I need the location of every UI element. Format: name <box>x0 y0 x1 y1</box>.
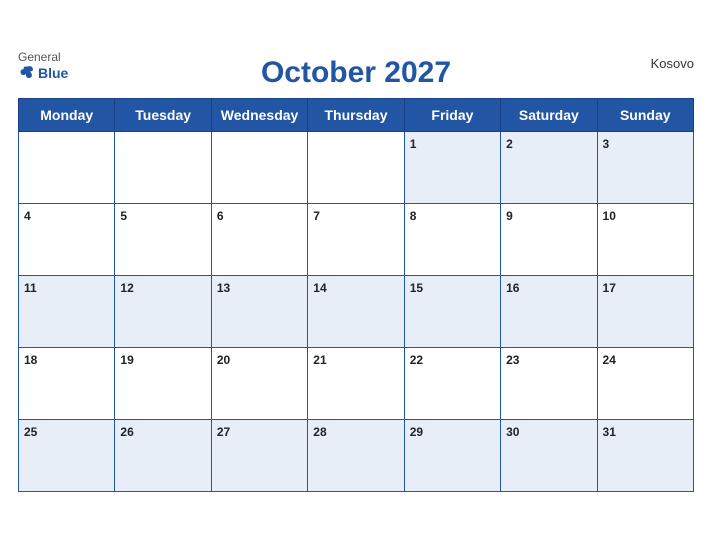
day-number-23: 23 <box>506 353 519 367</box>
day-number-4: 4 <box>24 209 31 223</box>
calendar-cell: 26 <box>115 420 211 492</box>
day-number-13: 13 <box>217 281 230 295</box>
calendar-cell: 24 <box>597 348 693 420</box>
weekday-saturday: Saturday <box>501 99 597 132</box>
day-number-15: 15 <box>410 281 423 295</box>
calendar-thead: Monday Tuesday Wednesday Thursday Friday… <box>19 99 694 132</box>
day-number-28: 28 <box>313 425 326 439</box>
calendar-cell: 5 <box>115 204 211 276</box>
day-number-25: 25 <box>24 425 37 439</box>
calendar-cell: 31 <box>597 420 693 492</box>
weekday-sunday: Sunday <box>597 99 693 132</box>
calendar-cell <box>211 132 307 204</box>
day-number-18: 18 <box>24 353 37 367</box>
calendar-cell: 21 <box>308 348 404 420</box>
week-row-5: 25 26 27 28 29 30 31 <box>19 420 694 492</box>
day-number-14: 14 <box>313 281 326 295</box>
calendar-cell <box>115 132 211 204</box>
calendar-cell: 16 <box>501 276 597 348</box>
calendar-cell: 9 <box>501 204 597 276</box>
logo-bird-icon <box>18 64 36 82</box>
day-number-3: 3 <box>603 137 610 151</box>
weekday-thursday: Thursday <box>308 99 404 132</box>
calendar-cell: 22 <box>404 348 500 420</box>
calendar-cell: 18 <box>19 348 115 420</box>
logo-general-text: General <box>18 50 61 64</box>
day-number-6: 6 <box>217 209 224 223</box>
day-number-24: 24 <box>603 353 616 367</box>
calendar-cell: 23 <box>501 348 597 420</box>
day-number-11: 11 <box>24 281 37 295</box>
calendar-body: 1234567891011121314151617181920212223242… <box>19 132 694 492</box>
day-number-22: 22 <box>410 353 423 367</box>
country-label: Kosovo <box>651 56 694 71</box>
calendar-cell: 6 <box>211 204 307 276</box>
calendar-cell: 11 <box>19 276 115 348</box>
day-number-9: 9 <box>506 209 513 223</box>
day-number-31: 31 <box>603 425 616 439</box>
calendar-cell: 2 <box>501 132 597 204</box>
week-row-1: 1 2 3 <box>19 132 694 204</box>
day-number-10: 10 <box>603 209 616 223</box>
day-number-8: 8 <box>410 209 417 223</box>
day-number-16: 16 <box>506 281 519 295</box>
logo-blue-text: Blue <box>18 64 68 82</box>
weekday-tuesday: Tuesday <box>115 99 211 132</box>
calendar-cell: 1 <box>404 132 500 204</box>
day-number-21: 21 <box>313 353 326 367</box>
calendar-cell: 28 <box>308 420 404 492</box>
calendar-cell: 4 <box>19 204 115 276</box>
calendar-title: October 2027 <box>261 56 451 90</box>
calendar-cell <box>19 132 115 204</box>
calendar-cell: 19 <box>115 348 211 420</box>
weekday-wednesday: Wednesday <box>211 99 307 132</box>
day-number-19: 19 <box>120 353 133 367</box>
calendar-cell: 3 <box>597 132 693 204</box>
calendar-cell: 30 <box>501 420 597 492</box>
calendar-cell: 12 <box>115 276 211 348</box>
weekday-monday: Monday <box>19 99 115 132</box>
day-number-30: 30 <box>506 425 519 439</box>
day-number-20: 20 <box>217 353 230 367</box>
calendar-cell: 29 <box>404 420 500 492</box>
calendar-cell <box>308 132 404 204</box>
week-row-4: 18 19 20 21 22 23 24 <box>19 348 694 420</box>
day-number-17: 17 <box>603 281 616 295</box>
day-number-1: 1 <box>410 137 417 151</box>
day-number-2: 2 <box>506 137 513 151</box>
calendar-cell: 14 <box>308 276 404 348</box>
weekday-header-row: Monday Tuesday Wednesday Thursday Friday… <box>19 99 694 132</box>
day-number-26: 26 <box>120 425 133 439</box>
calendar-cell: 8 <box>404 204 500 276</box>
day-number-5: 5 <box>120 209 127 223</box>
calendar-cell: 15 <box>404 276 500 348</box>
week-row-3: 11 12 13 14 15 16 17 <box>19 276 694 348</box>
calendar-cell: 20 <box>211 348 307 420</box>
calendar-cell: 17 <box>597 276 693 348</box>
calendar-header: General Blue October 2027 Kosovo <box>18 50 694 92</box>
day-number-12: 12 <box>120 281 133 295</box>
calendar-cell: 27 <box>211 420 307 492</box>
day-number-7: 7 <box>313 209 320 223</box>
calendar-cell: 13 <box>211 276 307 348</box>
calendar-table: Monday Tuesday Wednesday Thursday Friday… <box>18 98 694 492</box>
day-number-29: 29 <box>410 425 423 439</box>
weekday-friday: Friday <box>404 99 500 132</box>
day-number-27: 27 <box>217 425 230 439</box>
logo-area: General Blue <box>18 50 68 82</box>
week-row-2: 4 5 6 7 8 9 10 <box>19 204 694 276</box>
calendar-cell: 10 <box>597 204 693 276</box>
calendar-cell: 7 <box>308 204 404 276</box>
calendar-wrapper: General Blue October 2027 Kosovo Monday … <box>0 40 712 510</box>
calendar-cell: 25 <box>19 420 115 492</box>
